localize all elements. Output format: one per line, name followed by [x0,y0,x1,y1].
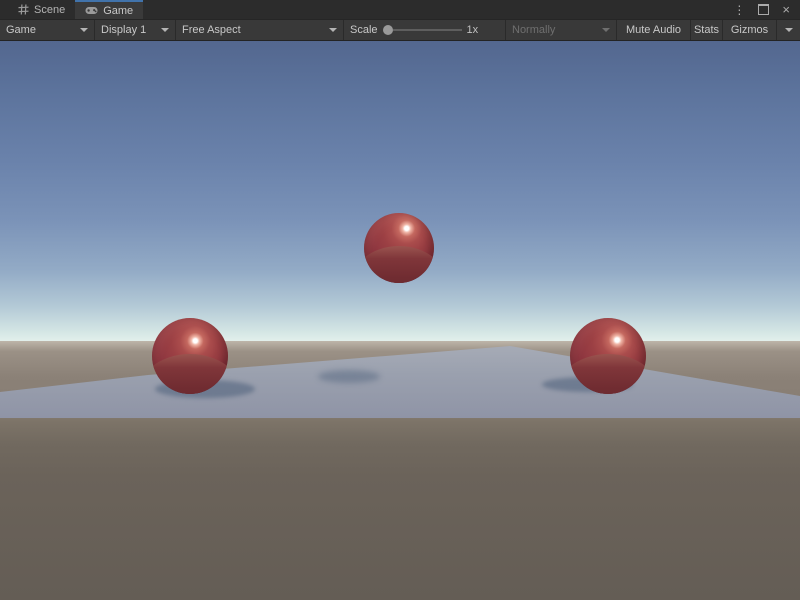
red-sphere-center [364,213,434,283]
stats-button[interactable]: Stats [691,20,723,40]
red-sphere-right [570,318,646,394]
tab-scene-label: Scene [34,4,65,16]
center-sphere-shadow [318,370,380,383]
chevron-down-icon [602,28,610,32]
view-mode-dropdown[interactable]: Game [0,20,95,40]
panel-menu-icon[interactable]: ⋮ [733,4,745,16]
scale-slider-track[interactable] [393,29,462,31]
tab-game[interactable]: Game [75,0,143,19]
chevron-down-icon [329,28,337,32]
tab-scene[interactable]: Scene [8,0,75,19]
gamepad-icon [85,6,98,15]
gizmos-dropdown[interactable] [777,20,800,40]
game-viewport[interactable] [0,41,800,600]
stats-label: Stats [694,24,719,36]
scene-grid-icon [18,4,29,15]
view-mode-label: Game [6,24,36,36]
aspect-label: Free Aspect [182,24,241,36]
scale-label: Scale [350,24,378,36]
maximize-icon[interactable] [758,4,769,15]
aspect-ratio-dropdown[interactable]: Free Aspect [176,20,344,40]
window-controls: ⋮ × [733,0,800,19]
red-sphere-left [152,318,228,394]
play-mode-dropdown[interactable]: Normally [506,20,617,40]
unity-game-panel: Scene Game ⋮ × Game Display 1 Free Aspec… [0,0,800,600]
panel-tab-bar: Scene Game ⋮ × [0,0,800,19]
close-icon[interactable]: × [782,3,790,16]
scale-slider[interactable] [383,25,462,35]
tab-game-label: Game [103,5,133,17]
mute-audio-label: Mute Audio [626,24,681,36]
mute-audio-button[interactable]: Mute Audio [617,20,691,40]
play-mode-label: Normally [512,24,555,36]
scale-slider-knob[interactable] [383,25,393,35]
chevron-down-icon [785,28,793,32]
chevron-down-icon [161,28,169,32]
chevron-down-icon [80,28,88,32]
display-dropdown[interactable]: Display 1 [95,20,176,40]
display-label: Display 1 [101,24,146,36]
scale-value: 1x [467,24,479,36]
scale-control: Scale 1x [344,20,506,40]
game-view-toolbar: Game Display 1 Free Aspect Scale 1x Norm… [0,19,800,41]
gizmos-button[interactable]: Gizmos [723,20,777,40]
gizmos-label: Gizmos [731,24,768,36]
